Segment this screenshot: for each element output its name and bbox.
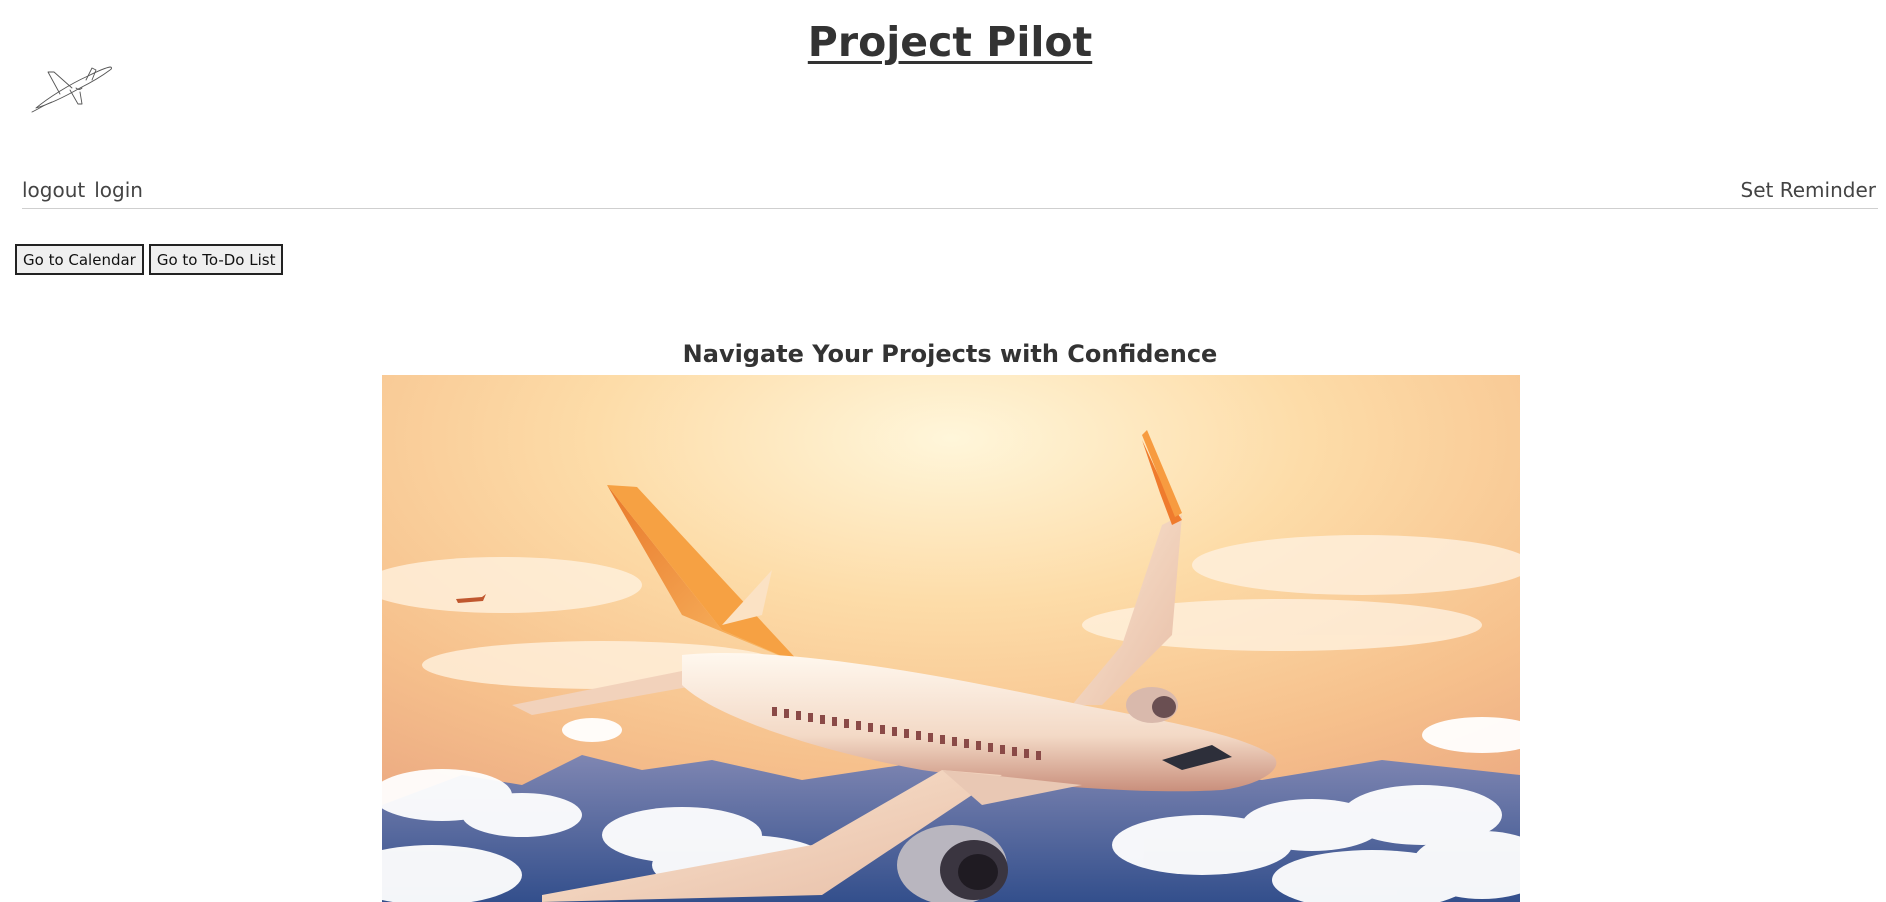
go-to-todo-button[interactable]: Go to To-Do List bbox=[148, 244, 284, 275]
nav-left-group: logout login bbox=[22, 178, 143, 202]
action-buttons: Go to Calendar Go to To-Do List bbox=[15, 244, 284, 275]
navbar: logout login Set Reminder bbox=[22, 178, 1878, 209]
airplane-photo-icon bbox=[382, 375, 1520, 902]
page: Project Pilot logout login Set Reminder … bbox=[0, 0, 1886, 902]
nav-right-group: Set Reminder bbox=[1741, 178, 1876, 202]
site-title[interactable]: Project Pilot bbox=[0, 18, 1886, 66]
logout-link[interactable]: logout bbox=[22, 178, 85, 202]
go-to-calendar-button[interactable]: Go to Calendar bbox=[15, 244, 144, 275]
hero-image bbox=[382, 375, 1520, 902]
login-link[interactable]: login bbox=[94, 178, 143, 202]
airplane-logo-icon[interactable] bbox=[30, 58, 116, 114]
set-reminder-link[interactable]: Set Reminder bbox=[1741, 178, 1876, 202]
hero-tagline: Navigate Your Projects with Confidence bbox=[682, 340, 1218, 368]
